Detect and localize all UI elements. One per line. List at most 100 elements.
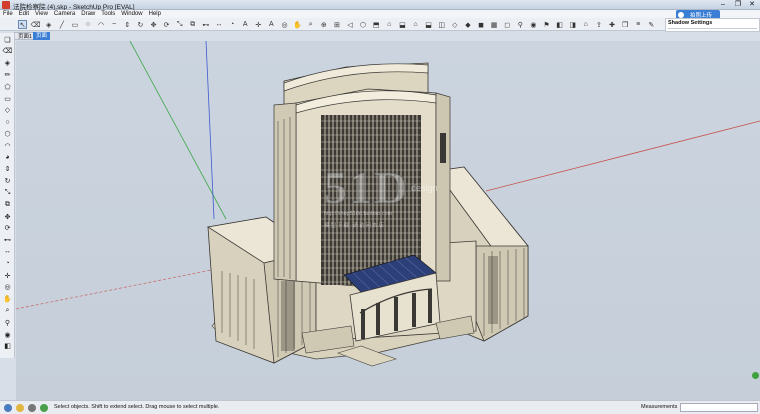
3d-text-icon[interactable]: A [267, 20, 276, 29]
help-icon[interactable] [40, 404, 48, 412]
front-view-icon[interactable]: ⌂ [385, 20, 394, 29]
select-icon[interactable]: ↖ [18, 20, 27, 29]
iso-view-icon[interactable]: ⬡ [359, 20, 368, 29]
main-toolbar: ↖ ⌫ ◈ ╱ ▭ ○ ◠ ~ ⇕ ↻ ✥ ⟳ ⤡ ⧉ ⊷ ↔ ◔ A ✛ A ◎ ✋ ⌕ ⊕ ⊞ ◁ ⬡ ⬒ ⌂ ⬓ ⌂ ⬓ ◫ ◇ ◆ ◼ ▦ ◻ ⚲ ◉… [0, 18, 665, 31]
menu-edit[interactable]: Edit [16, 10, 32, 18]
line-icon[interactable]: ╱ [57, 20, 66, 29]
textured-icon[interactable]: ▦ [490, 20, 499, 29]
layers-icon[interactable]: ≡ [634, 20, 643, 29]
move-icon[interactable]: ✥ [149, 20, 158, 29]
tape-measure-icon[interactable]: ⊷ [3, 236, 12, 245]
left-view-icon[interactable]: ⬓ [424, 20, 433, 29]
section-plane-icon[interactable]: ◧ [555, 20, 564, 29]
circle-icon[interactable]: ○ [84, 20, 93, 29]
push-pull-icon[interactable]: ⇕ [3, 165, 12, 174]
zoom-icon[interactable]: ⌕ [3, 306, 12, 315]
scene-tab-2[interactable]: 页面 [33, 32, 51, 40]
push-pull-icon[interactable]: ⇕ [123, 20, 132, 29]
make-component-icon[interactable]: ❏ [3, 35, 12, 44]
arc-icon[interactable]: ◠ [3, 141, 12, 150]
geo-location-icon[interactable] [4, 404, 12, 412]
position-camera-icon[interactable]: ⚑ [542, 20, 551, 29]
pan-icon[interactable]: ✋ [3, 295, 12, 304]
hidden-line-icon[interactable]: ◆ [463, 20, 472, 29]
look-around-icon[interactable]: ◉ [529, 20, 538, 29]
look-around-icon[interactable]: ◉ [3, 330, 12, 339]
offset-icon[interactable]: ⧉ [188, 20, 197, 29]
green-axis [129, 41, 227, 220]
wireframe-icon[interactable]: ◇ [450, 20, 459, 29]
zoom-extents-icon[interactable]: ⊞ [332, 20, 341, 29]
close-button[interactable]: ✕ [745, 1, 759, 9]
orbit-icon[interactable]: ◎ [280, 20, 289, 29]
axis-indicator-icon [752, 372, 759, 379]
axes-icon[interactable]: ✛ [254, 20, 263, 29]
zoom-window-icon[interactable]: ⊕ [319, 20, 328, 29]
section-plane-icon[interactable]: ◧ [3, 342, 12, 351]
eraser-icon[interactable]: ⌫ [3, 47, 13, 56]
paint-bucket-icon[interactable]: ◈ [3, 59, 12, 68]
walk-icon[interactable]: ⚲ [516, 20, 525, 29]
display-section-icon[interactable]: ◨ [568, 20, 577, 29]
extension-icon[interactable]: ✚ [608, 20, 617, 29]
text-icon[interactable]: A [241, 20, 250, 29]
share-model-icon[interactable]: ⇪ [594, 20, 603, 29]
tape-measure-icon[interactable]: ⊷ [201, 20, 210, 29]
menu-file[interactable]: File [0, 10, 16, 18]
rotated-rect-icon[interactable]: ◇ [3, 106, 12, 115]
rectangle-icon[interactable]: ▭ [70, 20, 79, 29]
scale-icon[interactable]: ⤡ [175, 20, 184, 29]
styles-icon[interactable]: ✎ [647, 20, 656, 29]
orbit-icon[interactable]: ◎ [3, 283, 12, 292]
paint-bucket-icon[interactable]: ◈ [44, 20, 53, 29]
component-icon[interactable]: ❒ [621, 20, 630, 29]
model-viewport[interactable]: 51D design http://shop51dd.taobao.com 模型… [16, 41, 760, 400]
previous-icon[interactable]: ◁ [346, 20, 355, 29]
status-bar: Select objects. Shift to extend select. … [0, 400, 760, 414]
right-view-icon[interactable]: ⬓ [398, 20, 407, 29]
arc-icon[interactable]: ◠ [97, 20, 106, 29]
dimension-icon[interactable]: ↔ [215, 20, 224, 29]
warehouse-icon[interactable]: ⌂ [581, 20, 590, 29]
zoom-icon[interactable]: ⌕ [306, 20, 315, 29]
user-icon[interactable] [28, 404, 36, 412]
shaded-icon[interactable]: ◼ [477, 20, 486, 29]
pan-icon[interactable]: ✋ [293, 20, 302, 29]
maximize-button[interactable]: ❐ [731, 1, 745, 9]
menu-draw[interactable]: Draw [78, 10, 98, 18]
walk-icon[interactable]: ⚲ [3, 318, 12, 327]
protractor-icon[interactable]: ◔ [3, 259, 12, 268]
protractor-icon[interactable]: ◔ [228, 20, 237, 29]
rotate-icon[interactable]: ⟳ [3, 224, 12, 233]
pie-icon[interactable]: ◕ [3, 153, 12, 162]
eraser-icon[interactable]: ⌫ [31, 20, 41, 29]
menu-tools[interactable]: Tools [98, 10, 118, 18]
shadow-settings-panel[interactable]: Shadow Settings [665, 18, 760, 32]
freehand-icon[interactable]: ~ [110, 20, 119, 29]
scale-icon[interactable]: ⤡ [3, 188, 12, 197]
rotate-icon[interactable]: ⟳ [162, 20, 171, 29]
rectangle-icon[interactable]: ▭ [3, 94, 12, 103]
shape-icon[interactable]: ⬠ [3, 82, 12, 91]
follow-me-icon[interactable]: ↻ [136, 20, 145, 29]
menu-camera[interactable]: Camera [51, 10, 78, 18]
dimension-icon[interactable]: ↔ [3, 247, 12, 256]
measurements-input[interactable] [680, 403, 758, 412]
menu-view[interactable]: View [32, 10, 51, 18]
sketchup-logo-icon [2, 1, 10, 9]
menu-help[interactable]: Help [146, 10, 164, 18]
circle-icon[interactable]: ○ [3, 118, 12, 127]
follow-me-icon[interactable]: ↻ [3, 177, 12, 186]
polygon-icon[interactable]: ⬡ [3, 129, 12, 138]
back-view-icon[interactable]: ⌂ [411, 20, 420, 29]
minimize-button[interactable]: – [716, 1, 730, 9]
monochrome-icon[interactable]: ◻ [503, 20, 512, 29]
pencil-icon[interactable]: ✏ [3, 70, 12, 79]
move-icon[interactable]: ✥ [3, 212, 12, 221]
axes-icon[interactable]: ✛ [3, 271, 12, 280]
top-view-icon[interactable]: ⬒ [372, 20, 381, 29]
xray-icon[interactable]: ◫ [437, 20, 446, 29]
offset-icon[interactable]: ⧉ [3, 200, 12, 209]
menu-window[interactable]: Window [118, 10, 145, 18]
credits-icon[interactable] [16, 404, 24, 412]
